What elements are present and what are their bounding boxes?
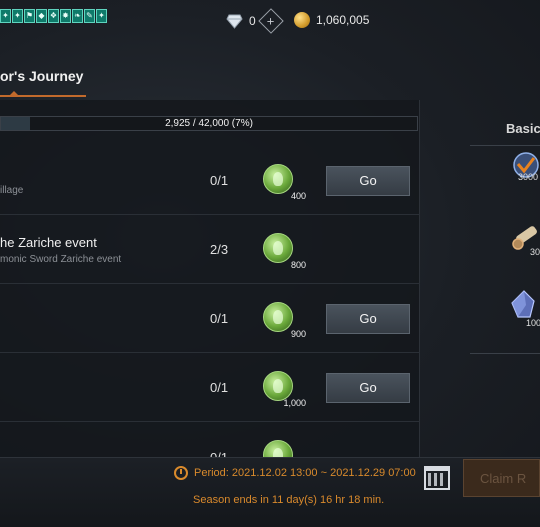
quest-row: 0/1 (0, 422, 420, 458)
quest-row: 0/1 1,000 Go (0, 353, 420, 422)
quest-subtitle: illage (0, 185, 24, 196)
diamond-currency: 0 + (226, 8, 284, 34)
buff-icon[interactable]: ⚑ (24, 9, 35, 23)
buff-icon[interactable]: ❧ (72, 9, 83, 23)
reward-amount: 800 (290, 260, 306, 270)
tab-journey[interactable]: or's Journey (0, 68, 83, 84)
quest-row: 0/1 900 Go (0, 284, 420, 353)
basic-reward-value: 100 (526, 318, 540, 328)
quest-row: he Zariche event monic Sword Zariche eve… (0, 215, 420, 284)
tab-underline (0, 95, 86, 97)
quest-title: he Zariche event (0, 235, 97, 250)
gold-coin-icon (294, 12, 310, 28)
clock-icon (174, 466, 188, 480)
claim-button[interactable]: Claim R (463, 459, 540, 497)
calendar-button[interactable] (424, 466, 450, 490)
reward-orb-icon (263, 164, 293, 194)
buff-icon[interactable]: ✸ (60, 9, 71, 23)
quest-count: 0/1 (210, 311, 229, 326)
journey-progress-bar: 2,925 / 42,000 (7%) (0, 116, 418, 131)
buff-icon[interactable]: ✦ (12, 9, 23, 23)
crystal-icon[interactable] (508, 289, 540, 321)
basic-panel-title: Basic (506, 121, 540, 136)
quest-count: 2/3 (210, 242, 229, 257)
go-button[interactable]: Go (326, 373, 410, 403)
buff-icon[interactable]: ✦ (0, 9, 11, 23)
gold-count: 1,060,005 (316, 13, 370, 27)
progress-text: 2,925 / 42,000 (7%) (165, 118, 253, 129)
reward-amount: 1,000 (283, 398, 306, 408)
buff-bar: ✦ ✦ ⚑ ◆ ❖ ✸ ❧ ✎ ✦ (0, 9, 107, 23)
basic-reward-value: 30 (530, 247, 540, 257)
basic-reward-value: 3000 (518, 172, 539, 182)
period-text: Period: 2021.12.02 13:00 ~ 2021.12.29 07… (194, 467, 416, 479)
reward-orb-icon (263, 302, 293, 332)
quest-count: 0/1 (210, 173, 229, 188)
divider (470, 353, 540, 354)
reward-orb-icon (263, 440, 293, 458)
diamond-icon (226, 14, 243, 29)
buff-icon[interactable]: ◆ (36, 9, 47, 23)
claim-button-label: Claim R (480, 471, 527, 486)
reward-orb-icon (263, 371, 293, 401)
add-diamond-button[interactable]: + (257, 8, 284, 34)
go-button[interactable]: Go (326, 304, 410, 334)
divider (470, 145, 540, 146)
plus-icon: + (266, 13, 275, 29)
quest-count: 0/1 (210, 380, 229, 395)
buff-icon[interactable]: ✎ (84, 9, 95, 23)
diamond-count: 0 (249, 14, 256, 28)
buff-icon[interactable]: ✦ (96, 9, 107, 23)
go-button[interactable]: Go (326, 166, 410, 196)
season-countdown: Season ends in 11 day(s) 16 hr 18 min. (193, 494, 385, 506)
buff-icon[interactable]: ❖ (48, 9, 59, 23)
gold-currency: 1,060,005 (294, 12, 369, 28)
quest-subtitle: monic Sword Zariche event (0, 254, 122, 265)
reward-orb-icon (263, 233, 293, 263)
reward-amount: 400 (290, 191, 306, 201)
reward-amount: 900 (290, 329, 306, 339)
quest-row: illage 0/1 400 Go (0, 146, 420, 215)
